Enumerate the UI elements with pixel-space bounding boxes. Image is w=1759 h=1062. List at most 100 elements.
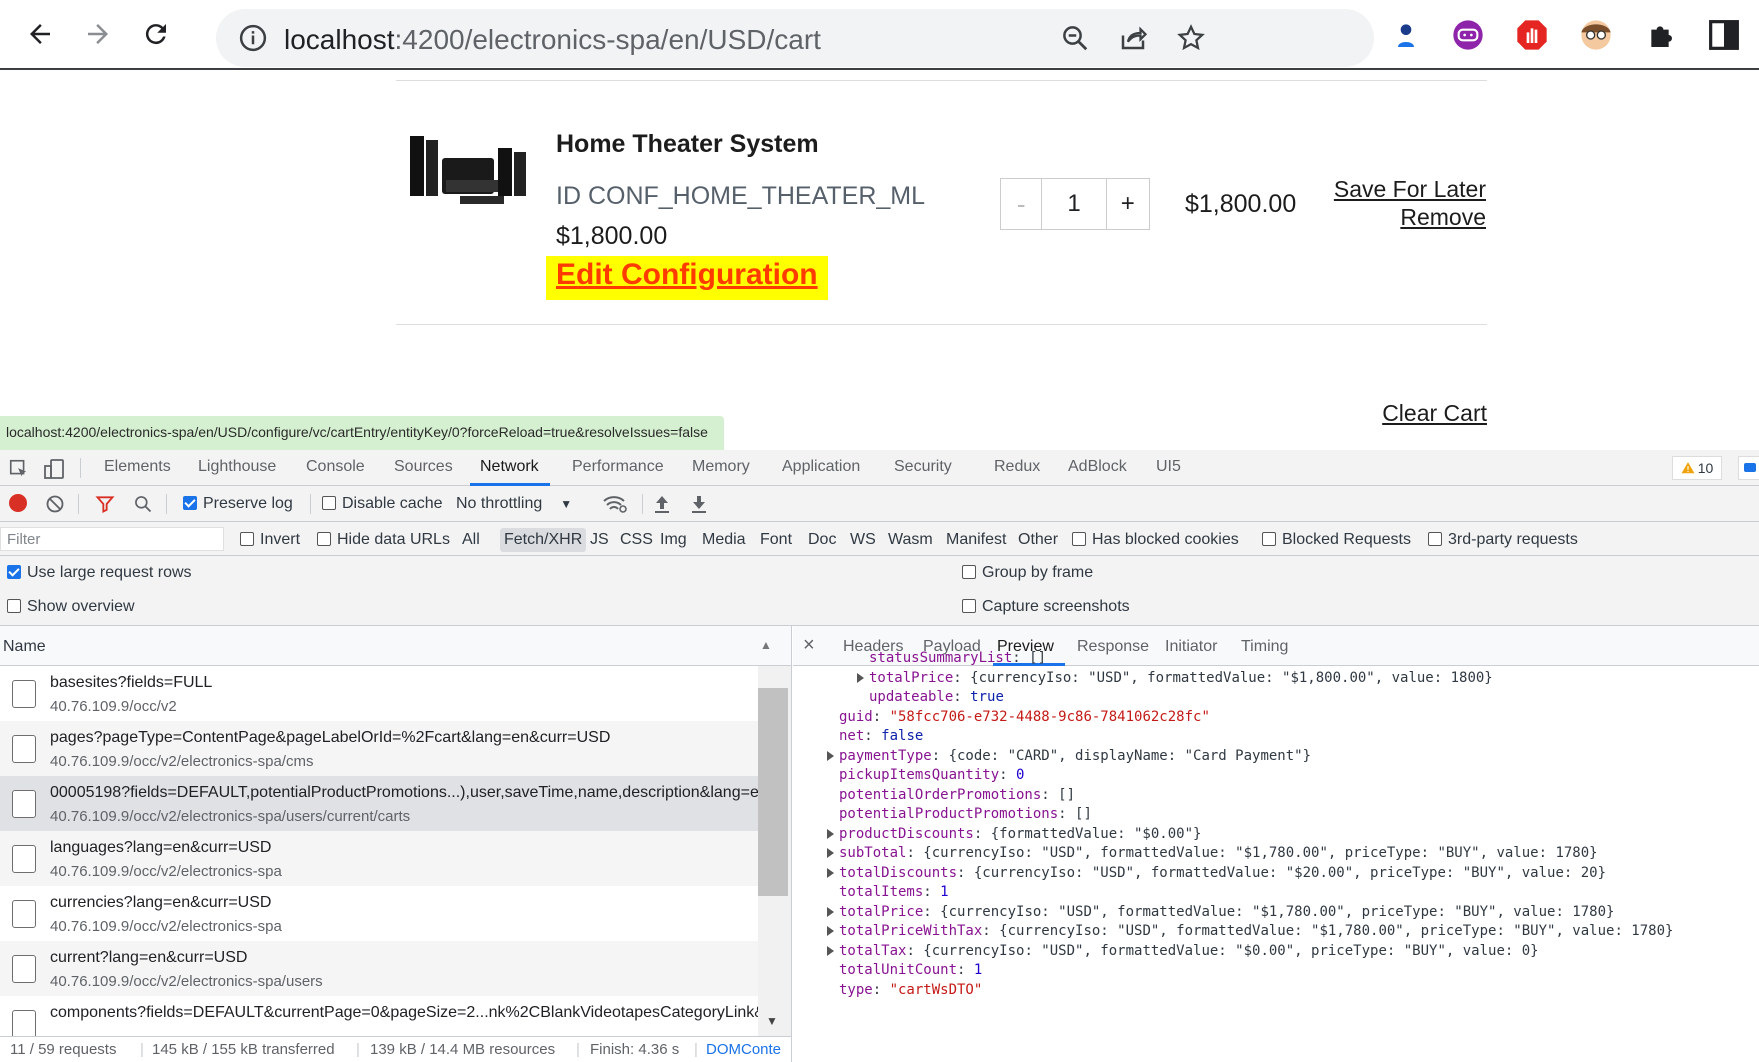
clear-icon[interactable] bbox=[45, 494, 65, 514]
json-property[interactable]: paymentType: {code: "CARD", displayName:… bbox=[839, 746, 1311, 766]
inspect-element-icon[interactable] bbox=[8, 458, 30, 480]
chat-ext-icon[interactable] bbox=[1452, 19, 1484, 51]
filter-type-manifest[interactable]: Manifest bbox=[946, 531, 1006, 549]
product-name[interactable]: Home Theater System bbox=[556, 130, 819, 159]
scroll-down-icon[interactable]: ▼ bbox=[766, 1014, 778, 1028]
filter-type-fetch-xhr[interactable]: Fetch/XHR bbox=[500, 528, 587, 552]
filter-input[interactable]: Filter bbox=[0, 527, 224, 551]
tab-elements[interactable]: Elements bbox=[104, 458, 171, 476]
remove-link[interactable]: Remove bbox=[1400, 204, 1486, 231]
tab-adblock[interactable]: AdBlock bbox=[1068, 458, 1127, 476]
clear-cart-link[interactable]: Clear Cart bbox=[1382, 400, 1487, 427]
json-property[interactable]: subTotal: {currencyIso: "USD", formatted… bbox=[839, 843, 1598, 863]
preserve-log-checkbox[interactable]: Preserve log bbox=[183, 495, 293, 513]
table-row[interactable]: languages?lang=en&curr=USD 40.76.109.9/oc… bbox=[0, 831, 758, 887]
reload-button[interactable] bbox=[136, 14, 176, 54]
profile-ext-icon[interactable] bbox=[1390, 19, 1422, 51]
product-image[interactable] bbox=[406, 128, 532, 212]
search-icon[interactable] bbox=[133, 494, 153, 514]
zoom-icon[interactable] bbox=[1060, 23, 1090, 53]
extensions-puzzle-icon[interactable] bbox=[1646, 19, 1678, 51]
json-property[interactable]: totalPriceWithTax: {currencyIso: "USD", … bbox=[839, 921, 1673, 941]
filter-type-media[interactable]: Media bbox=[702, 531, 746, 549]
messages-icon[interactable] bbox=[1738, 456, 1759, 480]
name-column-header[interactable]: Name ▲ bbox=[0, 626, 791, 666]
expand-arrow-icon[interactable] bbox=[827, 906, 834, 917]
filter-type-css[interactable]: CSS bbox=[620, 531, 653, 549]
tab-redux[interactable]: Redux bbox=[994, 458, 1040, 476]
filter-type-wasm[interactable]: Wasm bbox=[888, 531, 933, 549]
device-toggle-icon[interactable] bbox=[42, 457, 66, 481]
network-conditions-icon[interactable] bbox=[602, 493, 628, 515]
tab-sources[interactable]: Sources bbox=[394, 458, 453, 476]
close-detail-icon[interactable]: × bbox=[803, 634, 815, 657]
record-button[interactable] bbox=[9, 494, 27, 512]
filter-type-js[interactable]: JS bbox=[590, 531, 609, 549]
detail-tab-response[interactable]: Response bbox=[1077, 638, 1149, 656]
tab-console[interactable]: Console bbox=[306, 458, 365, 476]
address-bar[interactable]: localhost:4200/electronics-spa/en/USD/ca… bbox=[216, 9, 1374, 67]
capture-screenshots-checkbox[interactable]: Capture screenshots bbox=[962, 598, 1130, 616]
filter-type-ws[interactable]: WS bbox=[850, 531, 876, 549]
adblock-ext-icon[interactable] bbox=[1516, 19, 1548, 51]
group-by-frame-checkbox[interactable]: Group by frame bbox=[962, 564, 1093, 582]
scrollbar-thumb[interactable] bbox=[758, 688, 788, 896]
invert-checkbox[interactable]: Invert bbox=[240, 531, 300, 549]
json-property[interactable]: totalPrice: {currencyIso: "USD", formatt… bbox=[839, 902, 1614, 922]
qty-increment-button[interactable]: + bbox=[1105, 179, 1149, 229]
throttling-select[interactable]: No throttling ▼ bbox=[456, 495, 572, 513]
tab-lighthouse[interactable]: Lighthouse bbox=[198, 458, 276, 476]
large-rows-checkbox[interactable]: Use large request rows bbox=[7, 564, 192, 582]
table-row[interactable]: current?lang=en&curr=USD 40.76.109.9/occ/… bbox=[0, 941, 758, 997]
json-property[interactable]: totalTax: {currencyIso: "USD", formatted… bbox=[839, 941, 1539, 961]
tab-network[interactable]: Network bbox=[480, 458, 539, 476]
sidepanel-icon[interactable] bbox=[1708, 19, 1740, 51]
filter-type-font[interactable]: Font bbox=[760, 531, 792, 549]
filter-type-doc[interactable]: Doc bbox=[808, 531, 836, 549]
tab-memory[interactable]: Memory bbox=[692, 458, 750, 476]
json-property[interactable]: productDiscounts: {formattedValue: "$0.0… bbox=[839, 824, 1201, 844]
filter-type-img[interactable]: Img bbox=[660, 531, 687, 549]
edit-configuration-link[interactable]: Edit Configuration bbox=[546, 256, 828, 300]
forward-button[interactable] bbox=[78, 14, 118, 54]
avatar-ext-icon[interactable] bbox=[1580, 19, 1612, 51]
url-text[interactable]: localhost:4200/electronics-spa/en/USD/ca… bbox=[284, 24, 821, 56]
expand-arrow-icon[interactable] bbox=[857, 672, 864, 683]
export-har-icon[interactable] bbox=[690, 494, 708, 514]
filter-type-other[interactable]: Other bbox=[1018, 531, 1058, 549]
table-row[interactable]: pages?pageType=ContentPage&pageLabelOrId… bbox=[0, 721, 758, 777]
expand-arrow-icon[interactable] bbox=[827, 750, 834, 761]
disable-cache-checkbox[interactable]: Disable cache bbox=[322, 495, 443, 513]
tab-performance[interactable]: Performance bbox=[572, 458, 664, 476]
tab-security[interactable]: Security bbox=[894, 458, 952, 476]
save-for-later-link[interactable]: Save For Later bbox=[1334, 176, 1486, 203]
tab-application[interactable]: Application bbox=[782, 458, 860, 476]
qty-decrement-button[interactable]: - bbox=[1001, 179, 1043, 229]
blocked-cookies-checkbox[interactable]: Has blocked cookies bbox=[1072, 531, 1239, 549]
third-party-checkbox[interactable]: 3rd-party requests bbox=[1428, 531, 1578, 549]
table-row[interactable]: basesites?fields=FULL 40.76.109.9/occ/v2 bbox=[0, 666, 758, 722]
hide-data-urls-checkbox[interactable]: Hide data URLs bbox=[317, 531, 450, 549]
import-har-icon[interactable] bbox=[653, 494, 671, 514]
back-button[interactable] bbox=[20, 14, 60, 54]
share-icon[interactable] bbox=[1118, 23, 1148, 53]
expand-arrow-icon[interactable] bbox=[827, 867, 834, 878]
blocked-requests-checkbox[interactable]: Blocked Requests bbox=[1262, 531, 1411, 549]
bookmark-star-icon[interactable] bbox=[1176, 23, 1206, 53]
json-property[interactable]: totalPrice: {currencyIso: "USD", formatt… bbox=[869, 668, 1493, 688]
tab-ui5[interactable]: UI5 bbox=[1156, 458, 1181, 476]
qty-input[interactable]: 1 bbox=[1042, 179, 1105, 229]
expand-arrow-icon[interactable] bbox=[827, 926, 834, 936]
expand-arrow-icon[interactable] bbox=[827, 945, 834, 956]
info-icon[interactable] bbox=[238, 23, 268, 53]
json-property[interactable]: totalDiscounts: {currencyIso: "USD", for… bbox=[839, 863, 1606, 883]
expand-arrow-icon[interactable] bbox=[827, 828, 834, 839]
show-overview-checkbox[interactable]: Show overview bbox=[7, 598, 135, 616]
detail-tab-timing[interactable]: Timing bbox=[1241, 638, 1288, 656]
warnings-badge[interactable]: 10 bbox=[1672, 456, 1722, 480]
detail-tab-initiator[interactable]: Initiator bbox=[1165, 638, 1217, 656]
table-row[interactable]: 00005198?fields=DEFAULT,potentialProduct… bbox=[0, 776, 759, 832]
table-row[interactable]: currencies?lang=en&curr=USD 40.76.109.9/o… bbox=[0, 886, 758, 942]
filter-type-all[interactable]: All bbox=[462, 531, 480, 549]
filter-icon[interactable] bbox=[95, 494, 115, 514]
